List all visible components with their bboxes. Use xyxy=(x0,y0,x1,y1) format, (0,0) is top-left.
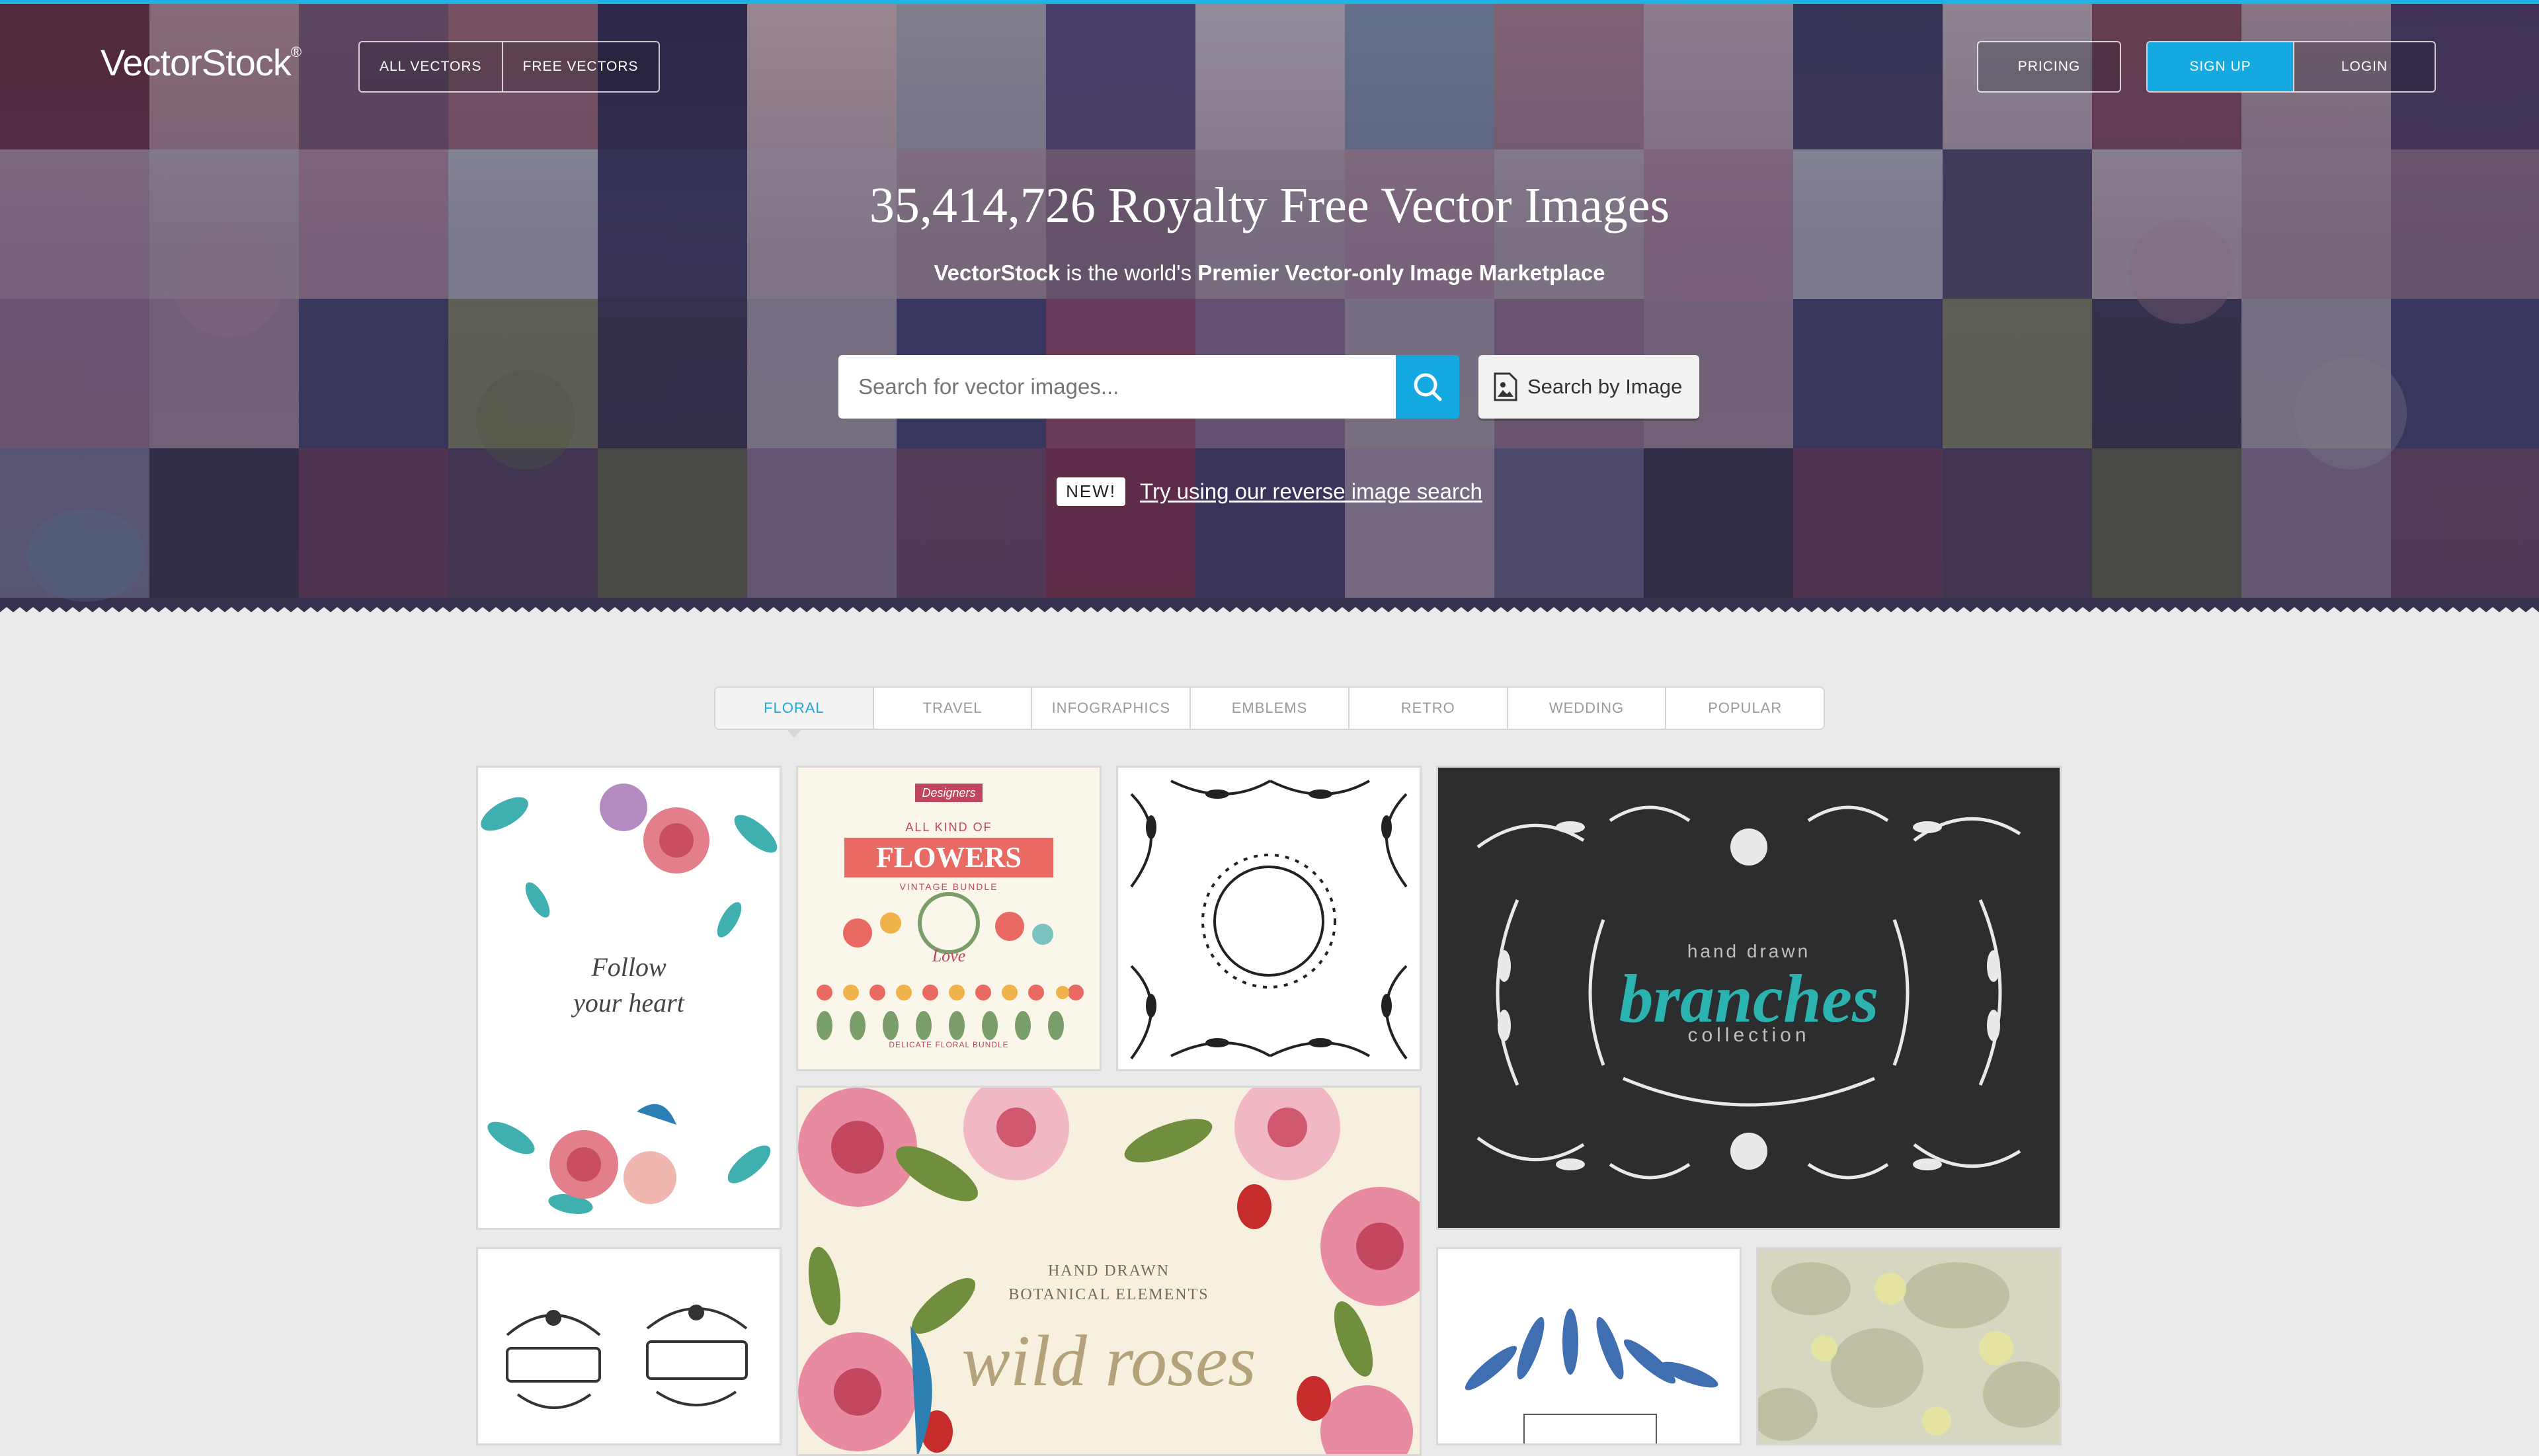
card6-line2: BOTANICAL ELEMENTS xyxy=(1008,1286,1209,1303)
image-file-icon xyxy=(1493,372,1518,402)
registered-mark: ® xyxy=(290,44,302,61)
tab-travel[interactable]: TRAVEL xyxy=(872,688,1031,729)
hero-banner xyxy=(0,0,2539,618)
image-card-damask-pattern[interactable] xyxy=(1756,1247,2062,1445)
card6-line1: HAND DRAWN xyxy=(1047,1262,1170,1279)
category-tabs: FLORAL TRAVEL INFOGRAPHICS EMBLEMS RETRO… xyxy=(714,686,1825,738)
card6-title: wild roses xyxy=(961,1320,1256,1401)
category-nav: ALL VECTORS FREE VECTORS xyxy=(358,41,660,93)
reverse-search-link[interactable]: Try using our reverse image search xyxy=(1140,479,1482,504)
search-icon xyxy=(1414,373,1442,401)
hero-subline: VectorStock is the world's Premier Vecto… xyxy=(934,261,1605,285)
tab-floral[interactable]: FLORAL xyxy=(715,688,873,738)
hero-headline: 35,414,726 Royalty Free Vector Images xyxy=(869,178,1670,233)
card2-line1: ALL KIND OF xyxy=(905,821,992,834)
free-vectors-button[interactable]: FREE VECTORS xyxy=(501,42,659,91)
blue-floral-art xyxy=(1465,1309,1718,1443)
damask-pattern-art xyxy=(1758,1262,2060,1441)
image-card-ink-wreath[interactable] xyxy=(1116,766,1422,1071)
ink-wreath-art xyxy=(1130,780,1408,1060)
pricing-button[interactable]: PRICING xyxy=(1978,42,2120,91)
card-script-line-2: your heart xyxy=(573,988,684,1018)
card2-love-word: Love xyxy=(932,946,966,965)
ornament-emblems-art xyxy=(506,1305,748,1409)
card4-footer: collection xyxy=(1687,1024,1810,1046)
image-card-follow-your-heart[interactable]: Follow your heart xyxy=(476,766,782,1230)
image-card-ornament-emblems[interactable] xyxy=(476,1247,782,1445)
sign-up-button[interactable]: SIGN UP xyxy=(2148,42,2293,91)
vectorstock-logo[interactable]: VectorStock® xyxy=(101,41,302,84)
image-card-wild-roses[interactable]: HAND DRAWN BOTANICAL ELEMENTS wild roses xyxy=(796,1086,1422,1456)
tab-popular[interactable]: POPULAR xyxy=(1665,688,1824,729)
designers-badge-wrap: Designers xyxy=(798,784,1100,802)
new-badge: NEW! xyxy=(1057,477,1126,506)
search-button[interactable] xyxy=(1396,355,1459,419)
image-card-branches-collection[interactable]: hand drawn branches collection xyxy=(1436,766,2062,1230)
tab-retro[interactable]: RETRO xyxy=(1348,688,1507,729)
tab-wedding[interactable]: WEDDING xyxy=(1506,688,1666,729)
card-script-line-1: Follow xyxy=(591,952,666,982)
hero-overlay xyxy=(0,0,2539,618)
designers-badge: Designers xyxy=(915,784,983,802)
pricing-nav: PRICING xyxy=(1977,41,2121,93)
top-accent-line xyxy=(0,0,2539,4)
search-input[interactable] xyxy=(857,374,1396,400)
image-card-flowers-bundle[interactable]: Designers ALL KIND OF FLOWERS VINTAGE BU… xyxy=(796,766,1102,1071)
logo-text: VectorStock xyxy=(101,42,292,83)
search-by-image-label: Search by Image xyxy=(1527,375,1683,398)
auth-nav: SIGN UP LOGIN xyxy=(2146,41,2436,93)
hero-zigzag-edge xyxy=(0,607,2539,620)
all-vectors-button[interactable]: ALL VECTORS xyxy=(360,42,502,91)
tab-emblems[interactable]: EMBLEMS xyxy=(1189,688,1348,729)
search-by-image-button[interactable]: Search by Image xyxy=(1478,355,1699,419)
image-card-blue-floral[interactable] xyxy=(1436,1247,1742,1445)
reverse-search-promo: NEW! Try using our reverse image search xyxy=(0,477,2539,506)
tab-infographics[interactable]: INFOGRAPHICS xyxy=(1031,688,1189,729)
card2-footer: DELICATE FLORAL BUNDLE xyxy=(889,1040,1009,1049)
card2-title: FLOWERS xyxy=(875,841,1022,873)
search-field xyxy=(838,355,1396,419)
login-button[interactable]: LOGIN xyxy=(2293,42,2435,91)
